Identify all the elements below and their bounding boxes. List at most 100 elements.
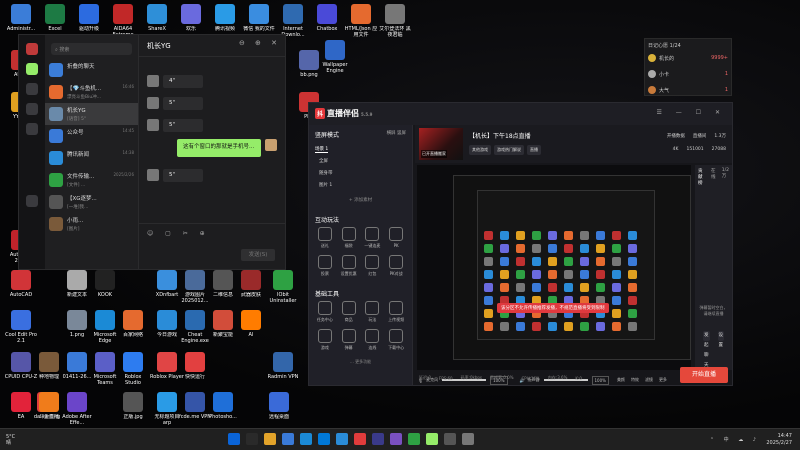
- taskbar-app-icon[interactable]: [300, 433, 312, 445]
- menu-icon[interactable]: [26, 195, 38, 207]
- desktop-icon[interactable]: Photosho...: [206, 392, 240, 427]
- desktop-icon[interactable]: Adobe After Effe...: [60, 392, 94, 427]
- tool-button[interactable]: 商品: [337, 301, 361, 323]
- source-item[interactable]: 全屏: [309, 155, 412, 167]
- system-tray[interactable]: ⌃ 中 ☁ ♪: [710, 436, 760, 443]
- moments-icon[interactable]: [26, 123, 38, 135]
- weather-widget[interactable]: 5°C 晴: [6, 434, 15, 446]
- tool-button[interactable]: 游戏: [313, 329, 337, 351]
- taskbar-app-icon[interactable]: [444, 433, 456, 445]
- desktop-icon[interactable]: 艾尔登法环 黑夜君临: [378, 4, 412, 39]
- avatar[interactable]: [26, 43, 38, 55]
- desktop-icon[interactable]: Cool Edit Pro 2.1: [4, 310, 38, 345]
- desktop-icon[interactable]: AutoCAD: [4, 270, 38, 305]
- scene-tab[interactable]: 场景 1: [315, 146, 329, 153]
- stat-item[interactable]: 27088: [712, 147, 726, 152]
- desktop-icon[interactable]: 远程桌面: [262, 392, 296, 427]
- list-item[interactable]: 【💎斗鱼机... 漂亮斗鱼Biu冲... 16:46: [45, 81, 138, 103]
- tool-button[interactable]: 一键连麦: [361, 227, 385, 249]
- chat-settings-button[interactable]: 设置: [717, 331, 724, 348]
- list-item[interactable]: 公众号 14:45: [45, 125, 138, 147]
- taskbar-app-icon[interactable]: [408, 433, 420, 445]
- desktop-icon[interactable]: Roblox Player: [150, 352, 184, 387]
- tool-button[interactable]: 下载中心: [384, 329, 408, 351]
- list-item[interactable]: 折叠的聊天: [45, 59, 138, 81]
- clock[interactable]: 14:47 2025/2/27: [766, 433, 792, 447]
- desktop-icon[interactable]: HTML/Json 应用文件: [344, 4, 378, 39]
- category-chip[interactable]: 游戏热门解说: [494, 145, 524, 155]
- desktop-icon[interactable]: 正版.jpg: [116, 392, 150, 427]
- desktop-icon[interactable]: 武器皮肤: [234, 270, 268, 305]
- stream-title[interactable]: 【机长】下午18点直播: [469, 131, 531, 140]
- message-bubble[interactable]: 这有个窗口的那就是手机号...: [177, 139, 261, 157]
- stat-item[interactable]: 直播间: [693, 133, 707, 139]
- taskbar-app-icon[interactable]: [372, 433, 384, 445]
- chat-tab[interactable]: 在线: [711, 168, 716, 186]
- list-item[interactable]: 小雨... [图片]: [45, 213, 138, 235]
- contacts-icon[interactable]: [26, 83, 38, 95]
- tool-button[interactable]: PK对战: [384, 255, 408, 277]
- list-item[interactable]: 文件传输... [文件] ... 2025/2/26: [45, 169, 138, 191]
- tool-button[interactable]: 连线: [361, 329, 385, 351]
- window-controls[interactable]: ☰ — ☐ ✕: [656, 109, 726, 116]
- message-bubble[interactable]: 5": [163, 119, 203, 132]
- more-features-button[interactable]: … 更多功能: [309, 359, 412, 365]
- start-chat-button[interactable]: 发起聊天: [703, 331, 710, 368]
- tool-button[interactable]: 弹幕: [337, 329, 361, 351]
- desktop-icon[interactable]: Chatbox: [310, 4, 344, 39]
- tool-button[interactable]: 送礼: [313, 227, 337, 249]
- list-item[interactable]: 腾讯新闻 14:38: [45, 147, 138, 169]
- tool-button[interactable]: 福袋: [337, 227, 361, 249]
- tool-button[interactable]: 投票: [313, 255, 337, 277]
- tool-button[interactable]: 上传视频: [384, 301, 408, 323]
- list-item[interactable]: 【XG逐梦... [一堆]我...: [45, 191, 138, 213]
- scene-tabs[interactable]: 场景 1: [309, 144, 412, 155]
- taskbar-app-icon[interactable]: [462, 433, 474, 445]
- taskbar-app-icon[interactable]: [318, 433, 330, 445]
- stat-item[interactable]: 开播数据: [667, 133, 685, 139]
- list-item[interactable]: 机长YG [语音] 5": [45, 103, 138, 125]
- taskbar-app-icon[interactable]: [282, 433, 294, 445]
- taskbar-app-icon[interactable]: [264, 433, 276, 445]
- tool-button[interactable]: 设置优惠: [337, 255, 361, 277]
- stream-cover[interactable]: 已开直播搬家: [419, 128, 463, 160]
- taskbar-app-icon[interactable]: [390, 433, 402, 445]
- desktop-icon[interactable]: Radmin VPN: [266, 352, 300, 387]
- source-item[interactable]: 随身带: [309, 167, 412, 179]
- tool-button[interactable]: 任务中心: [313, 301, 337, 323]
- taskbar-app-icon[interactable]: [228, 433, 240, 445]
- desktop-icon[interactable]: KOOK: [88, 270, 122, 305]
- taskbar-app-icon[interactable]: [354, 433, 366, 445]
- taskbar-app-icon[interactable]: [336, 433, 348, 445]
- window-controls[interactable]: ⊖ ⊕ ✕: [239, 39, 281, 47]
- stat-item[interactable]: 4K: [673, 147, 679, 152]
- chat-tab[interactable]: 贡献榜: [698, 168, 705, 186]
- stat-item[interactable]: 1.3万: [714, 133, 726, 139]
- tool-button[interactable]: 玩法: [361, 301, 385, 323]
- search-input[interactable]: ⌕ 搜索: [51, 43, 132, 55]
- desktop-icon[interactable]: AI: [234, 310, 268, 345]
- chat-icon[interactable]: [26, 63, 38, 75]
- taskbar-app-icon[interactable]: [426, 433, 438, 445]
- tool-button[interactable]: PK: [384, 227, 408, 249]
- desktop-icon[interactable]: 百家网络: [116, 310, 150, 345]
- chat-tab[interactable]: 1/2万: [722, 168, 729, 186]
- category-chip[interactable]: 直播: [527, 145, 541, 155]
- stat-item[interactable]: 151001: [686, 147, 703, 152]
- add-source-button[interactable]: + 添加素材: [309, 197, 412, 203]
- input-toolbar[interactable]: ☺ ▢ ✂ ⊕: [139, 224, 285, 243]
- message-bubble[interactable]: 5": [163, 169, 203, 182]
- message-input[interactable]: ☺ ▢ ✂ ⊕ 发送(S): [139, 223, 285, 269]
- tool-button[interactable]: 红包: [361, 255, 385, 277]
- message-bubble[interactable]: 4": [163, 75, 203, 88]
- desktop-icon[interactable]: Roblox Studio: [116, 352, 150, 387]
- desktop-icon[interactable]: IObit Uninstaller: [266, 270, 300, 305]
- taskbar-app-icon[interactable]: [246, 433, 258, 445]
- category-chip[interactable]: 其他游戏: [469, 145, 491, 155]
- stream-preview[interactable]: 该分区不允许传播推荐发播，不规范直播将受到限制: [417, 165, 691, 370]
- favorites-icon[interactable]: [26, 103, 38, 115]
- mode-selector[interactable]: 竖屏模式: [315, 130, 339, 139]
- message-bubble[interactable]: 5": [163, 97, 203, 110]
- desktop-icon[interactable]: Wallpaper Engine: [318, 40, 352, 75]
- send-button[interactable]: 发送(S): [241, 249, 275, 261]
